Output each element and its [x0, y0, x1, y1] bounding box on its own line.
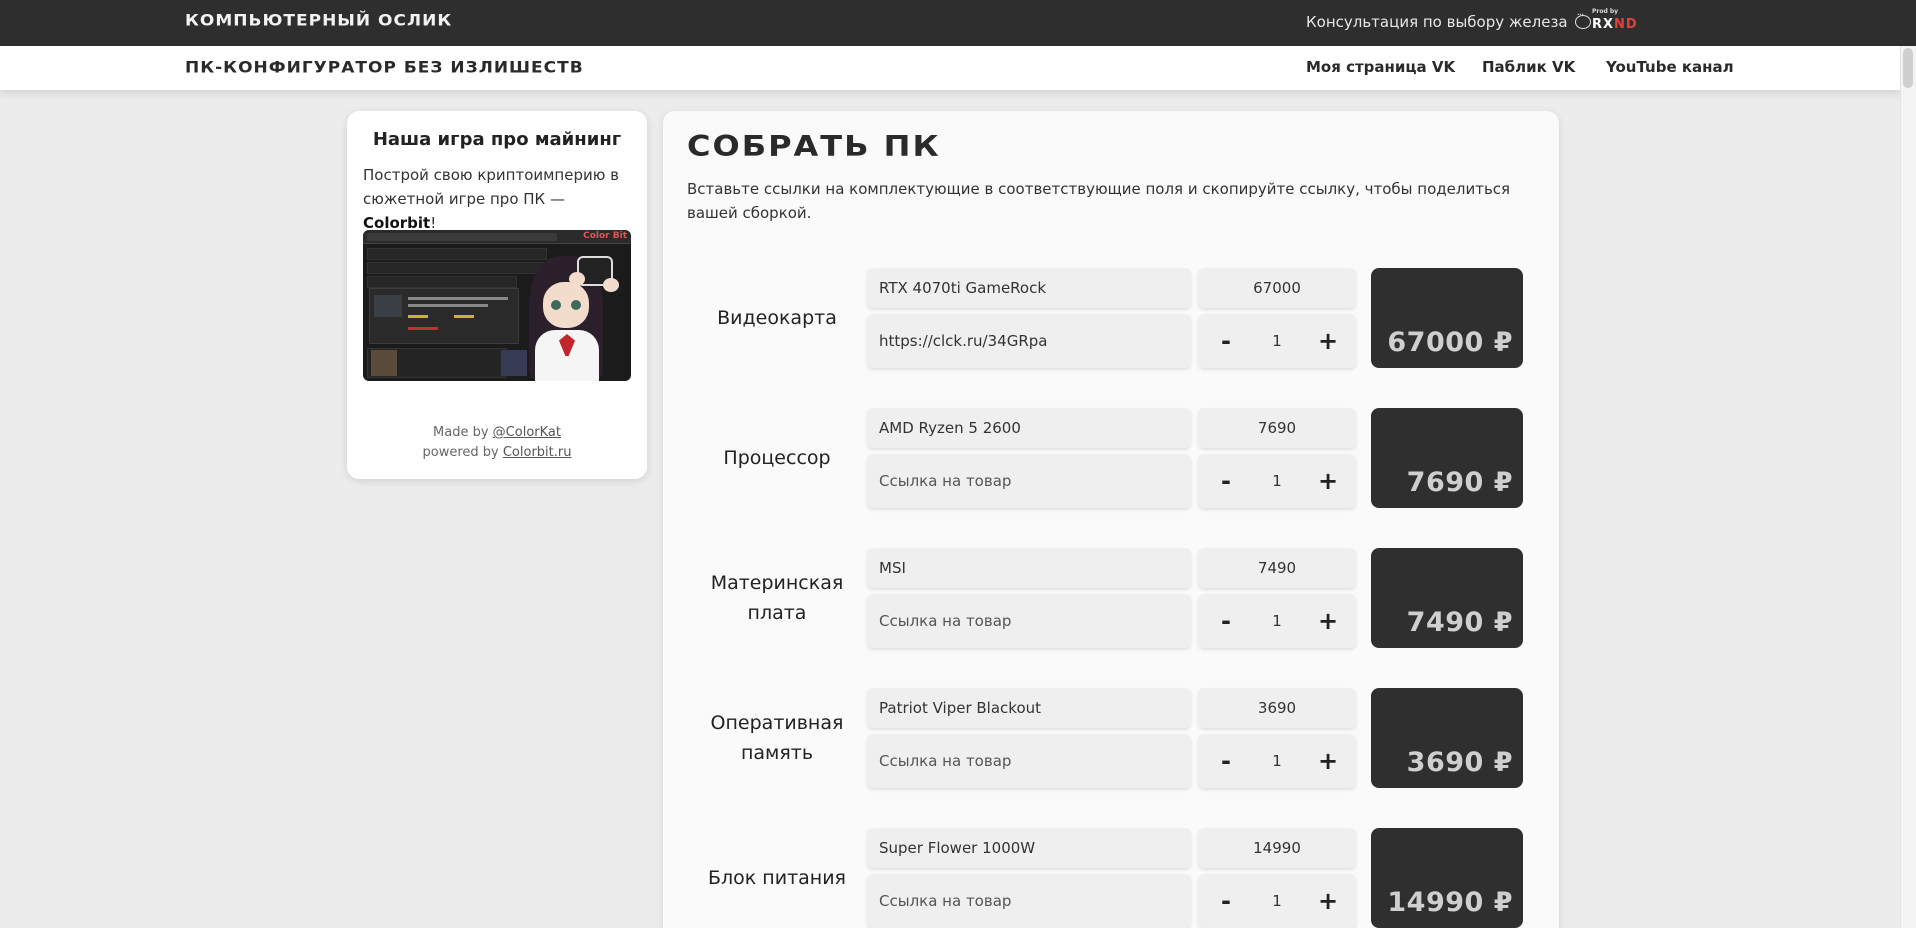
component-total-box: 67000 ₽ [1371, 268, 1523, 368]
increase-button[interactable]: + [1308, 594, 1348, 648]
component-label: Оперативная память [710, 712, 844, 764]
quantity-value[interactable]: 1 [1246, 314, 1308, 368]
component-total-box: 7690 ₽ [1371, 408, 1523, 508]
consultation-link[interactable]: Консультация по выбору железа [1306, 10, 1591, 31]
decrease-button[interactable]: - [1206, 594, 1246, 648]
prod-logo-part-a: RX [1592, 17, 1615, 32]
brand-logo[interactable]: КОМПЬЮТЕРНЫЙ ОСЛИК [185, 12, 452, 30]
quantity-stepper: - 1 + [1198, 594, 1356, 648]
made-by-line: Made by @ColorKat [347, 423, 647, 443]
component-total: 3690 ₽ [1406, 747, 1513, 778]
quantity-value[interactable]: 1 [1246, 454, 1308, 508]
consultation-label: Консультация по выбору железа [1306, 13, 1568, 31]
quantity-stepper: - 1 + [1198, 454, 1356, 508]
decrease-button[interactable]: - [1206, 314, 1246, 368]
component-label: Процессор [723, 447, 831, 469]
quantity-value[interactable]: 1 [1246, 734, 1308, 788]
increase-button[interactable]: + [1308, 874, 1348, 928]
component-total: 14990 ₽ [1387, 887, 1513, 918]
made-by-link[interactable]: @ColorKat [493, 425, 561, 440]
page-title: СОБРАТЬ ПК [687, 128, 941, 164]
component-total-box: 14990 ₽ [1371, 828, 1523, 928]
component-total-box: 3690 ₽ [1371, 688, 1523, 788]
decrease-button[interactable]: - [1206, 454, 1246, 508]
component-link-input[interactable] [867, 734, 1191, 788]
prod-logo-part-b: ND [1614, 17, 1638, 32]
powered-by-prefix: powered by [422, 445, 503, 460]
decrease-button[interactable]: - [1206, 734, 1246, 788]
component-price-input[interactable] [1198, 408, 1356, 448]
prod-by-logo[interactable]: Prod by RXND [1592, 8, 1638, 32]
made-by-prefix: Made by [433, 425, 493, 440]
component-price-input[interactable] [1198, 548, 1356, 588]
page-description: Вставьте ссылки на комплектующие в соотв… [687, 180, 1511, 222]
promo-game-screenshot[interactable]: Color Bit [363, 230, 631, 381]
promo-text-main: Построй свою криптоимперию в сюжетной иг… [363, 166, 619, 208]
component-name-input[interactable] [867, 408, 1191, 448]
component-row-motherboard: Материнская плата - 1 + 7490 ₽ [663, 548, 1559, 648]
powered-by-line: powered by Colorbit.ru [347, 443, 647, 463]
component-total: 7690 ₽ [1406, 467, 1513, 498]
prod-logo-text: RXND [1592, 17, 1638, 32]
promo-image-label: Color Bit [583, 231, 627, 241]
increase-button[interactable]: + [1308, 314, 1348, 368]
component-name-input[interactable] [867, 688, 1191, 728]
component-name-input[interactable] [867, 828, 1191, 868]
promo-footer: Made by @ColorKat powered by Colorbit.ru [347, 423, 647, 463]
scrollbar-thumb[interactable] [1903, 48, 1913, 88]
component-link-input[interactable] [867, 454, 1191, 508]
prod-by-label: Prod by [1592, 8, 1619, 15]
component-price-input[interactable] [1198, 268, 1356, 308]
increase-button[interactable]: + [1308, 734, 1348, 788]
quantity-stepper: - 1 + [1198, 874, 1356, 928]
nav-link-vk-public[interactable]: Паблик VK [1482, 58, 1575, 76]
component-row-ram: Оперативная память - 1 + 3690 ₽ [663, 688, 1559, 788]
component-row-psu: Блок питания - 1 + 14990 ₽ [663, 828, 1559, 928]
top-header-bar: КОМПЬЮТЕРНЫЙ ОСЛИК Консультация по выбор… [0, 0, 1916, 46]
component-row-cpu: Процессор - 1 + 7690 ₽ [663, 408, 1559, 508]
component-link-input[interactable] [867, 594, 1191, 648]
component-label: Блок питания [707, 867, 846, 889]
component-label: Видеокарта [717, 307, 837, 329]
configurator-card: СОБРАТЬ ПК Вставьте ссылки на комплектую… [663, 111, 1559, 928]
quantity-stepper: - 1 + [1198, 734, 1356, 788]
component-link-input[interactable] [867, 874, 1191, 928]
quantity-value[interactable]: 1 [1246, 594, 1308, 648]
nav-link-vk-page[interactable]: Моя страница VK [1306, 58, 1455, 76]
component-total: 67000 ₽ [1387, 327, 1513, 358]
chat-bubble-icon [1574, 10, 1591, 29]
component-link-input[interactable] [867, 314, 1191, 368]
component-name-input[interactable] [867, 548, 1191, 588]
quantity-value[interactable]: 1 [1246, 874, 1308, 928]
component-price-input[interactable] [1198, 688, 1356, 728]
component-total-box: 7490 ₽ [1371, 548, 1523, 648]
quantity-stepper: - 1 + [1198, 314, 1356, 368]
component-name-input[interactable] [867, 268, 1191, 308]
nav-link-youtube[interactable]: YouTube канал [1606, 58, 1734, 76]
promo-card: Наша игра про майнинг Построй свою крипт… [347, 111, 647, 479]
promo-text: Построй свою криптоимперию в сюжетной иг… [363, 163, 633, 235]
site-subtitle: ПК-КОНФИГУРАТОР БЕЗ ИЗЛИШЕСТВ [185, 58, 584, 78]
scrollbar[interactable] [1900, 46, 1916, 928]
nav-bar: ПК-КОНФИГУРАТОР БЕЗ ИЗЛИШЕСТВ Моя страни… [0, 46, 1900, 90]
promo-title: Наша игра про майнинг [372, 129, 622, 150]
increase-button[interactable]: + [1308, 454, 1348, 508]
decrease-button[interactable]: - [1206, 874, 1246, 928]
component-label: Материнская плата [710, 572, 844, 624]
component-price-input[interactable] [1198, 828, 1356, 868]
component-total: 7490 ₽ [1406, 607, 1513, 638]
component-row-gpu: Видеокарта - 1 + 67000 ₽ [663, 268, 1559, 368]
powered-by-link[interactable]: Colorbit.ru [503, 445, 572, 460]
